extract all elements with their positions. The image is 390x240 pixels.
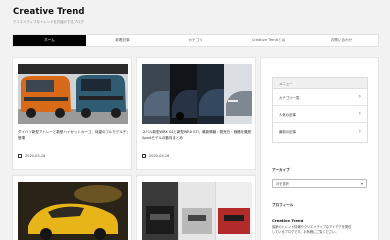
chevron-right-icon: ›	[358, 93, 361, 100]
sidebar-link-label: カテゴリ一覧	[279, 95, 300, 100]
post-card[interactable]: スバル新型WRX S4と新型WRX STI、最新情報・発売日・価格を徹底予想WR…	[136, 57, 256, 170]
post-thumbnail[interactable]	[18, 182, 128, 240]
post-card[interactable]: ダイハツ新型アトレーと新型ハイゼットカーゴ、待望のフルモデルチェンジで 登場 2…	[12, 57, 132, 170]
chevron-right-icon: ›	[358, 127, 361, 135]
nav-item-about[interactable]: Creative Trendとは	[232, 35, 305, 46]
profile-heading: プロフィール	[272, 203, 294, 207]
nav-item-home[interactable]: ホーム	[13, 35, 86, 46]
profile-description-line: しているブログです。お気軽にご覧ください。	[272, 230, 339, 234]
profile-description: 最新のトレンド情報やクリエイティブなアイデアを発信 しているブログです。お気軽に…	[272, 225, 368, 235]
sidebar-link-label: 最新の記事	[279, 130, 296, 134]
sidebar-menu: メニュー カテゴリ一覧 › 人気の記事 › 最新の記事 ›	[272, 77, 368, 143]
post-date-text: 2020-03-16	[25, 154, 46, 158]
sidebar-link-latest[interactable]: 最新の記事 ›	[273, 123, 367, 140]
archive-select[interactable]: 月を選択 ▾	[272, 179, 367, 188]
sidebar-link-popular[interactable]: 人気の記事 ›	[273, 106, 367, 123]
nav-item-categories[interactable]: カテゴリ	[159, 35, 232, 46]
nav-item-contact[interactable]: お問い合わせ	[305, 35, 378, 46]
post-title-line[interactable]: ダイハツ新型アトレーと新型ハイゼットカーゴ、待望のフルモデルチェンジで	[18, 130, 128, 136]
calendar-icon	[18, 154, 22, 158]
sidebar-link-categories[interactable]: カテゴリ一覧 ›	[273, 89, 367, 106]
post-date-text: 2020-03-16	[149, 154, 170, 158]
post-thumbnail[interactable]	[142, 182, 252, 240]
site-title[interactable]: Creative Trend	[13, 7, 85, 17]
calendar-icon	[142, 154, 146, 158]
post-thumbnail[interactable]	[142, 64, 252, 124]
post-card[interactable]	[12, 175, 132, 240]
post-date: 2020-03-16	[142, 154, 169, 158]
chevron-down-icon: ▾	[360, 181, 363, 186]
post-date: 2020-03-16	[18, 154, 45, 158]
sidebar: メニュー カテゴリ一覧 › 人気の記事 › 最新の記事 › アーカイブ 月を選択…	[260, 57, 379, 240]
site-tagline: クリエイティブなトレンドをお届けするブログ	[13, 20, 84, 24]
nav-item-new-posts[interactable]: 新着記事	[86, 35, 159, 46]
chevron-right-icon: ›	[358, 110, 361, 117]
sidebar-menu-header: メニュー	[273, 78, 367, 89]
post-title-line[interactable]: スバル新型WRX S4と新型WRX STI、最新情報・発売日・価格を徹底予想WR…	[142, 130, 252, 136]
global-nav: ホーム 新着記事 カテゴリ Creative Trendとは お問い合わせ	[12, 34, 379, 47]
profile-name: Creative Trend	[272, 218, 304, 223]
post-thumbnail[interactable]	[18, 64, 128, 124]
post-title[interactable]: スバル新型WRX S4と新型WRX STI、最新情報・発売日・価格を徹底予想WR…	[142, 130, 252, 141]
sidebar-link-label: 人気の記事	[279, 112, 296, 117]
post-title[interactable]: ダイハツ新型アトレーと新型ハイゼットカーゴ、待望のフルモデルチェンジで 登場	[18, 130, 128, 141]
post-title-line[interactable]: 登場	[18, 136, 128, 142]
archive-select-value: 月を選択	[276, 182, 289, 186]
archive-heading: アーカイブ	[272, 168, 290, 172]
post-title-line[interactable]: Sportモデルの動向まとめ	[142, 136, 252, 142]
post-card[interactable]	[136, 175, 256, 240]
